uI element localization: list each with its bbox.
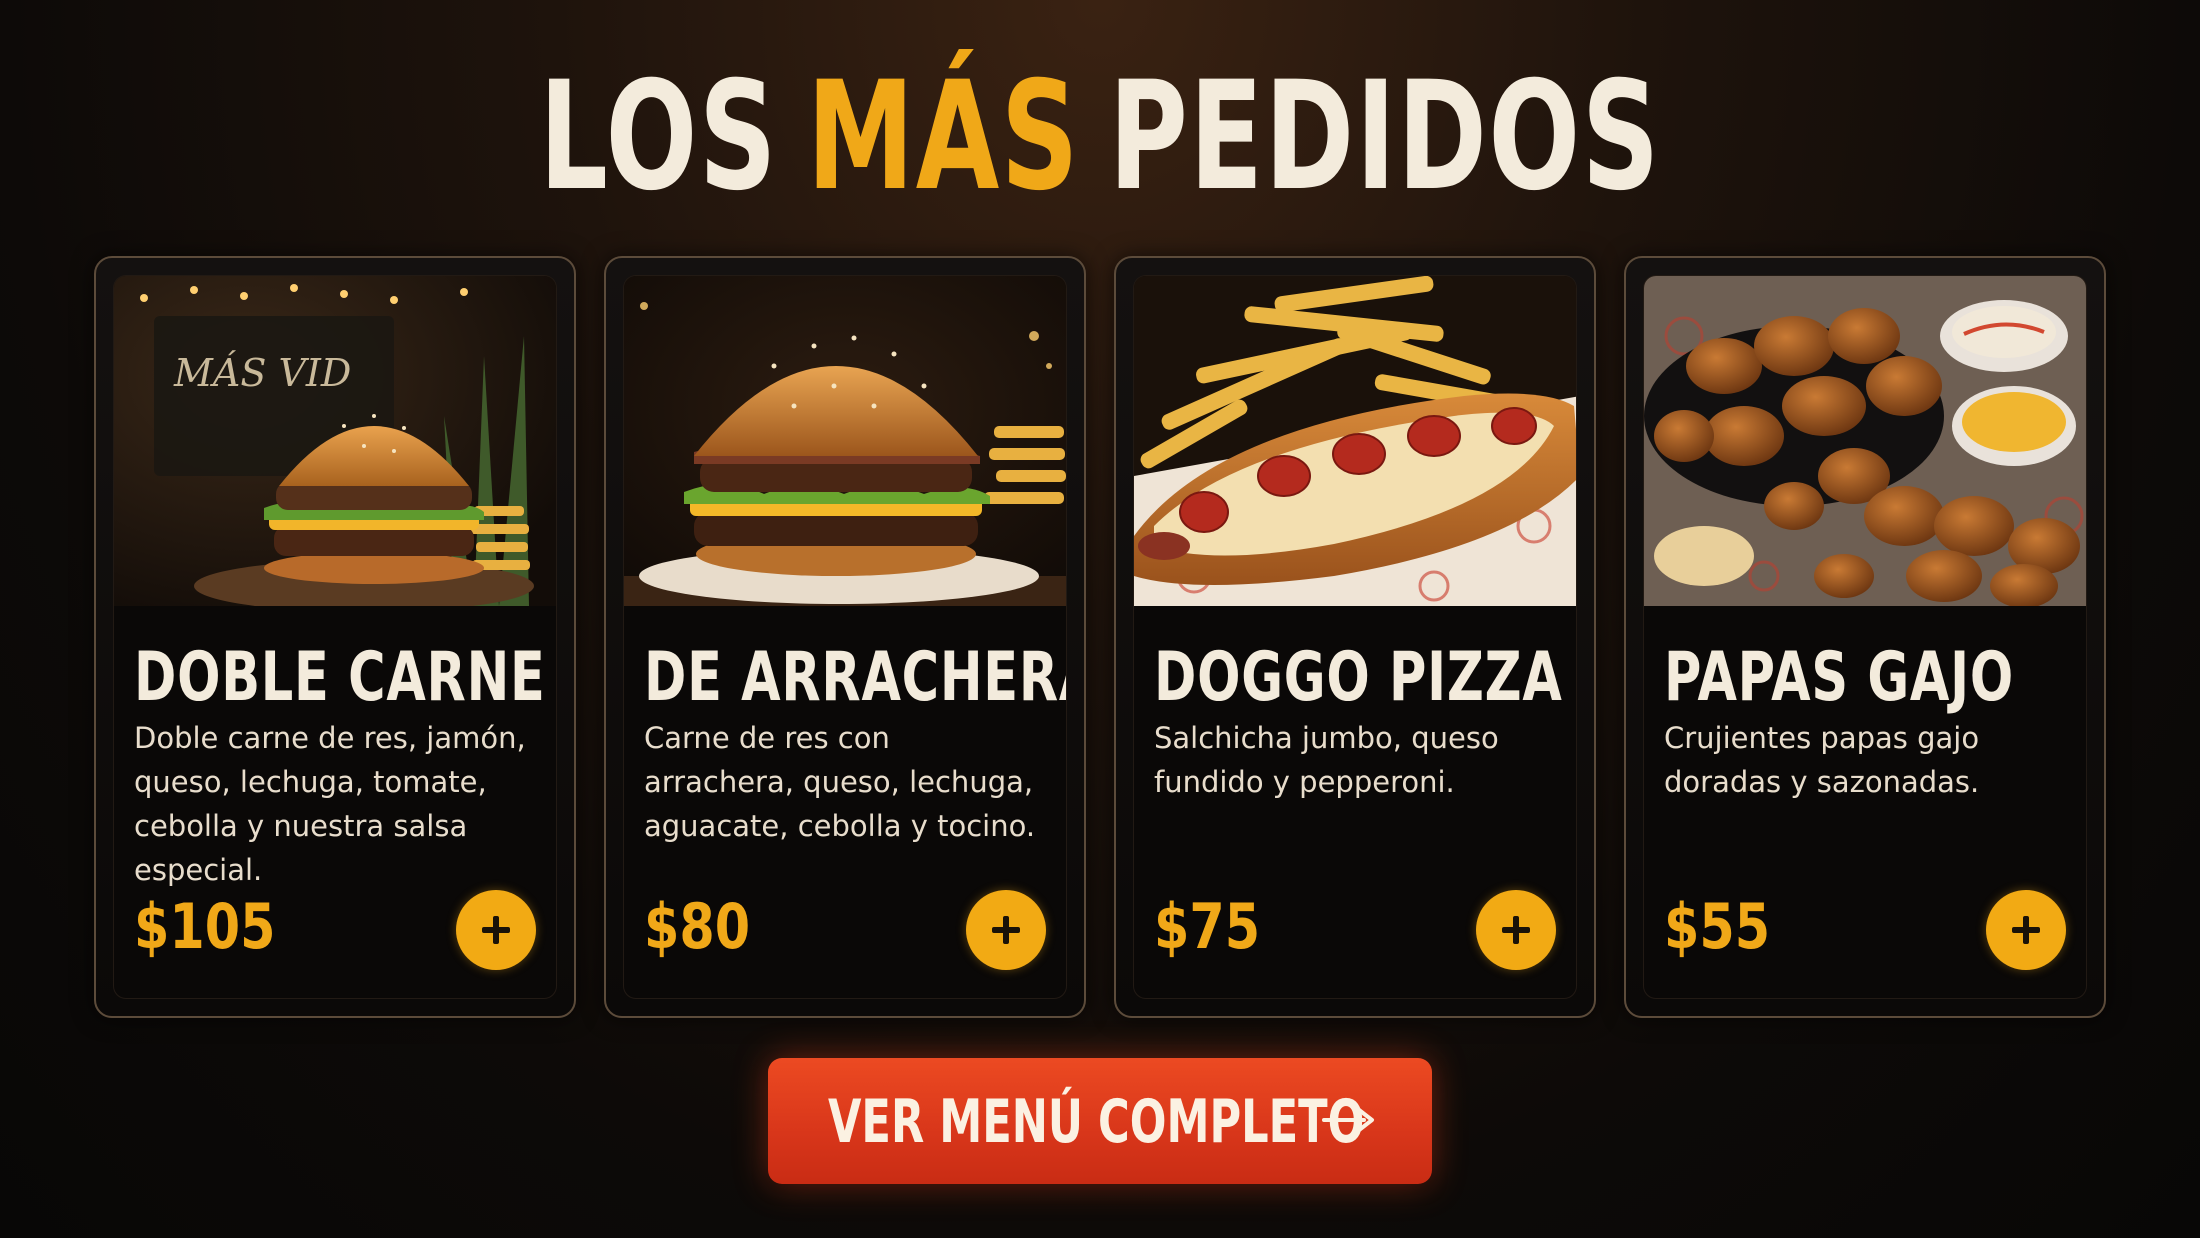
add-to-cart-button[interactable] [966,890,1046,970]
page-title: LOS MÁS PEDIDOS [308,62,1892,212]
burger-photo [624,276,1066,606]
title-word-mas: MÁS [806,50,1080,224]
plus-icon [2012,916,2040,944]
view-full-menu-button[interactable]: VER MENÚ COMPLETO [768,1058,1432,1184]
card-inner: MÁS VID DOBLE CARNE Doble carne de res, … [114,276,556,998]
sign-text: MÁS VID [173,351,351,395]
product-price: $55 [1664,890,1771,963]
plus-icon [1502,916,1530,944]
product-name: PAPAS GAJO [1664,638,2014,717]
title-word-los: LOS [539,50,779,224]
product-price: $105 [134,890,276,963]
card-inner: PAPAS GAJO Crujientes papas gajo doradas… [1644,276,2086,998]
wedges-photo [1644,276,2086,606]
product-description: Doble carne de res, jamón, queso, lechug… [134,721,526,887]
add-to-cart-button[interactable] [1476,890,1556,970]
plus-icon [992,916,1020,944]
product-description: Salchicha jumbo, queso fundido y peppero… [1154,721,1499,799]
menu-card-de-arrachera[interactable]: DE ARRACHERA Carne de res con arrachera,… [604,256,1086,1018]
product-name: DOGGO PIZZA [1154,638,1563,717]
add-to-cart-button[interactable] [456,890,536,970]
product-price: $75 [1154,890,1261,963]
add-to-cart-button[interactable] [1986,890,2066,970]
product-description: Crujientes papas gajo doradas y sazonada… [1664,721,1980,799]
menu-cards: MÁS VID DOBLE CARNE Doble carne de res, … [94,256,2106,1018]
burger-photo: MÁS VID [114,276,556,606]
product-price: $80 [644,890,751,963]
title-word-pedidos: PEDIDOS [1108,50,1661,224]
plus-icon [482,916,510,944]
menu-card-doble-carne[interactable]: MÁS VID DOBLE CARNE Doble carne de res, … [94,256,576,1018]
product-name: DE ARRACHERA [644,638,1066,717]
card-inner: DOGGO PIZZA Salchicha jumbo, queso fundi… [1134,276,1576,998]
hotdog-photo [1134,276,1576,606]
cta-label: VER MENÚ COMPLETO [828,1087,1365,1157]
card-inner: DE ARRACHERA Carne de res con arrachera,… [624,276,1066,998]
menu-card-papas-gajo[interactable]: PAPAS GAJO Crujientes papas gajo doradas… [1624,256,2106,1018]
menu-card-doggo-pizza[interactable]: DOGGO PIZZA Salchicha jumbo, queso fundi… [1114,256,1596,1018]
product-name: DOBLE CARNE [134,638,546,717]
product-description: Carne de res con arrachera, queso, lechu… [644,721,1036,843]
arrow-right-icon [1322,1104,1374,1136]
